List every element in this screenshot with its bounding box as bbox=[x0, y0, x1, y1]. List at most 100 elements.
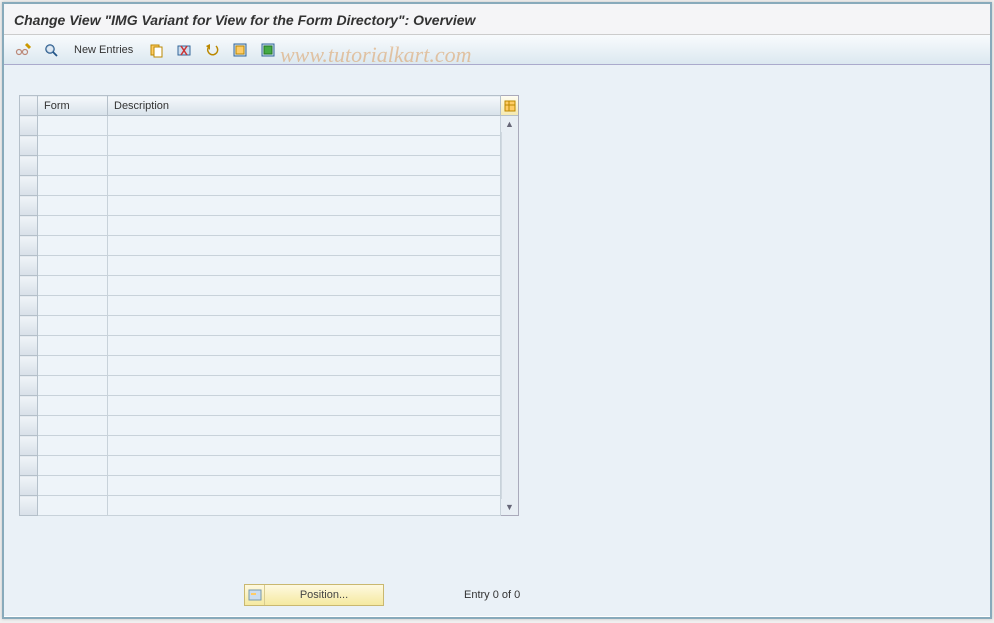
row-selector[interactable] bbox=[20, 476, 38, 496]
cell-description[interactable] bbox=[108, 156, 501, 176]
cell-form[interactable] bbox=[38, 116, 108, 136]
table-right-rail: ▲ ▼ bbox=[501, 95, 519, 516]
row-selector[interactable] bbox=[20, 496, 38, 516]
table-row[interactable] bbox=[20, 476, 501, 496]
cell-description[interactable] bbox=[108, 256, 501, 276]
cell-description[interactable] bbox=[108, 356, 501, 376]
magnifier-icon bbox=[43, 42, 59, 58]
scroll-up-button[interactable]: ▲ bbox=[501, 116, 518, 132]
row-selector[interactable] bbox=[20, 116, 38, 136]
copy-as-button[interactable] bbox=[145, 40, 167, 60]
table-row[interactable] bbox=[20, 156, 501, 176]
row-selector[interactable] bbox=[20, 256, 38, 276]
table-row[interactable] bbox=[20, 456, 501, 476]
cell-description[interactable] bbox=[108, 176, 501, 196]
cell-form[interactable] bbox=[38, 236, 108, 256]
cell-form[interactable] bbox=[38, 356, 108, 376]
cell-form[interactable] bbox=[38, 336, 108, 356]
table-row[interactable] bbox=[20, 296, 501, 316]
row-selector[interactable] bbox=[20, 316, 38, 336]
deselect-all-button[interactable] bbox=[257, 40, 279, 60]
cell-description[interactable] bbox=[108, 136, 501, 156]
column-header-description[interactable]: Description bbox=[108, 96, 501, 116]
row-selector[interactable] bbox=[20, 176, 38, 196]
cell-description[interactable] bbox=[108, 296, 501, 316]
table-row[interactable] bbox=[20, 396, 501, 416]
row-selector[interactable] bbox=[20, 356, 38, 376]
row-selector[interactable] bbox=[20, 436, 38, 456]
row-selector[interactable] bbox=[20, 376, 38, 396]
table-row[interactable] bbox=[20, 436, 501, 456]
row-selector[interactable] bbox=[20, 416, 38, 436]
cell-form[interactable] bbox=[38, 276, 108, 296]
cell-description[interactable] bbox=[108, 116, 501, 136]
cell-description[interactable] bbox=[108, 476, 501, 496]
row-selector[interactable] bbox=[20, 136, 38, 156]
cell-description[interactable] bbox=[108, 416, 501, 436]
position-button[interactable]: Position... bbox=[244, 584, 384, 606]
table-row[interactable] bbox=[20, 236, 501, 256]
row-selector[interactable] bbox=[20, 236, 38, 256]
cell-form[interactable] bbox=[38, 256, 108, 276]
table-row[interactable] bbox=[20, 176, 501, 196]
delete-button[interactable] bbox=[173, 40, 195, 60]
row-selector[interactable] bbox=[20, 336, 38, 356]
row-selector[interactable] bbox=[20, 216, 38, 236]
cell-description[interactable] bbox=[108, 316, 501, 336]
table-row[interactable] bbox=[20, 276, 501, 296]
table-row[interactable] bbox=[20, 336, 501, 356]
cell-form[interactable] bbox=[38, 136, 108, 156]
cell-form[interactable] bbox=[38, 316, 108, 336]
cell-description[interactable] bbox=[108, 236, 501, 256]
row-selector[interactable] bbox=[20, 456, 38, 476]
form-directory-table[interactable]: Form Description bbox=[19, 95, 501, 516]
table-row[interactable] bbox=[20, 416, 501, 436]
table-row[interactable] bbox=[20, 116, 501, 136]
cell-form[interactable] bbox=[38, 416, 108, 436]
cell-form[interactable] bbox=[38, 376, 108, 396]
undo-change-button[interactable] bbox=[201, 40, 223, 60]
cell-description[interactable] bbox=[108, 376, 501, 396]
toggle-display-change-button[interactable] bbox=[12, 40, 34, 60]
deselect-all-icon bbox=[260, 42, 276, 58]
table-row[interactable] bbox=[20, 496, 501, 516]
cell-description[interactable] bbox=[108, 396, 501, 416]
cell-form[interactable] bbox=[38, 296, 108, 316]
select-all-header[interactable] bbox=[20, 96, 38, 116]
cell-form[interactable] bbox=[38, 396, 108, 416]
cell-form[interactable] bbox=[38, 476, 108, 496]
cell-form[interactable] bbox=[38, 176, 108, 196]
cell-description[interactable] bbox=[108, 336, 501, 356]
detail-button[interactable] bbox=[40, 40, 62, 60]
cell-description[interactable] bbox=[108, 496, 501, 516]
table-row[interactable] bbox=[20, 196, 501, 216]
new-entries-button[interactable]: New Entries bbox=[68, 42, 139, 58]
column-header-form[interactable]: Form bbox=[38, 96, 108, 116]
row-selector[interactable] bbox=[20, 396, 38, 416]
cell-description[interactable] bbox=[108, 436, 501, 456]
row-selector[interactable] bbox=[20, 196, 38, 216]
cell-form[interactable] bbox=[38, 216, 108, 236]
cell-form[interactable] bbox=[38, 456, 108, 476]
cell-form[interactable] bbox=[38, 496, 108, 516]
table-row[interactable] bbox=[20, 376, 501, 396]
cell-form[interactable] bbox=[38, 436, 108, 456]
cell-description[interactable] bbox=[108, 196, 501, 216]
cell-description[interactable] bbox=[108, 276, 501, 296]
table-row[interactable] bbox=[20, 316, 501, 336]
table-row[interactable] bbox=[20, 216, 501, 236]
row-selector[interactable] bbox=[20, 296, 38, 316]
cell-description[interactable] bbox=[108, 456, 501, 476]
select-all-button[interactable] bbox=[229, 40, 251, 60]
row-selector[interactable] bbox=[20, 276, 38, 296]
table-row[interactable] bbox=[20, 136, 501, 156]
cell-form[interactable] bbox=[38, 156, 108, 176]
table-row[interactable] bbox=[20, 356, 501, 376]
scroll-down-button[interactable]: ▼ bbox=[501, 499, 518, 515]
table-settings-button[interactable] bbox=[501, 96, 518, 116]
cell-description[interactable] bbox=[108, 216, 501, 236]
row-selector[interactable] bbox=[20, 156, 38, 176]
cell-form[interactable] bbox=[38, 196, 108, 216]
vertical-scrollbar[interactable] bbox=[501, 132, 518, 499]
table-row[interactable] bbox=[20, 256, 501, 276]
